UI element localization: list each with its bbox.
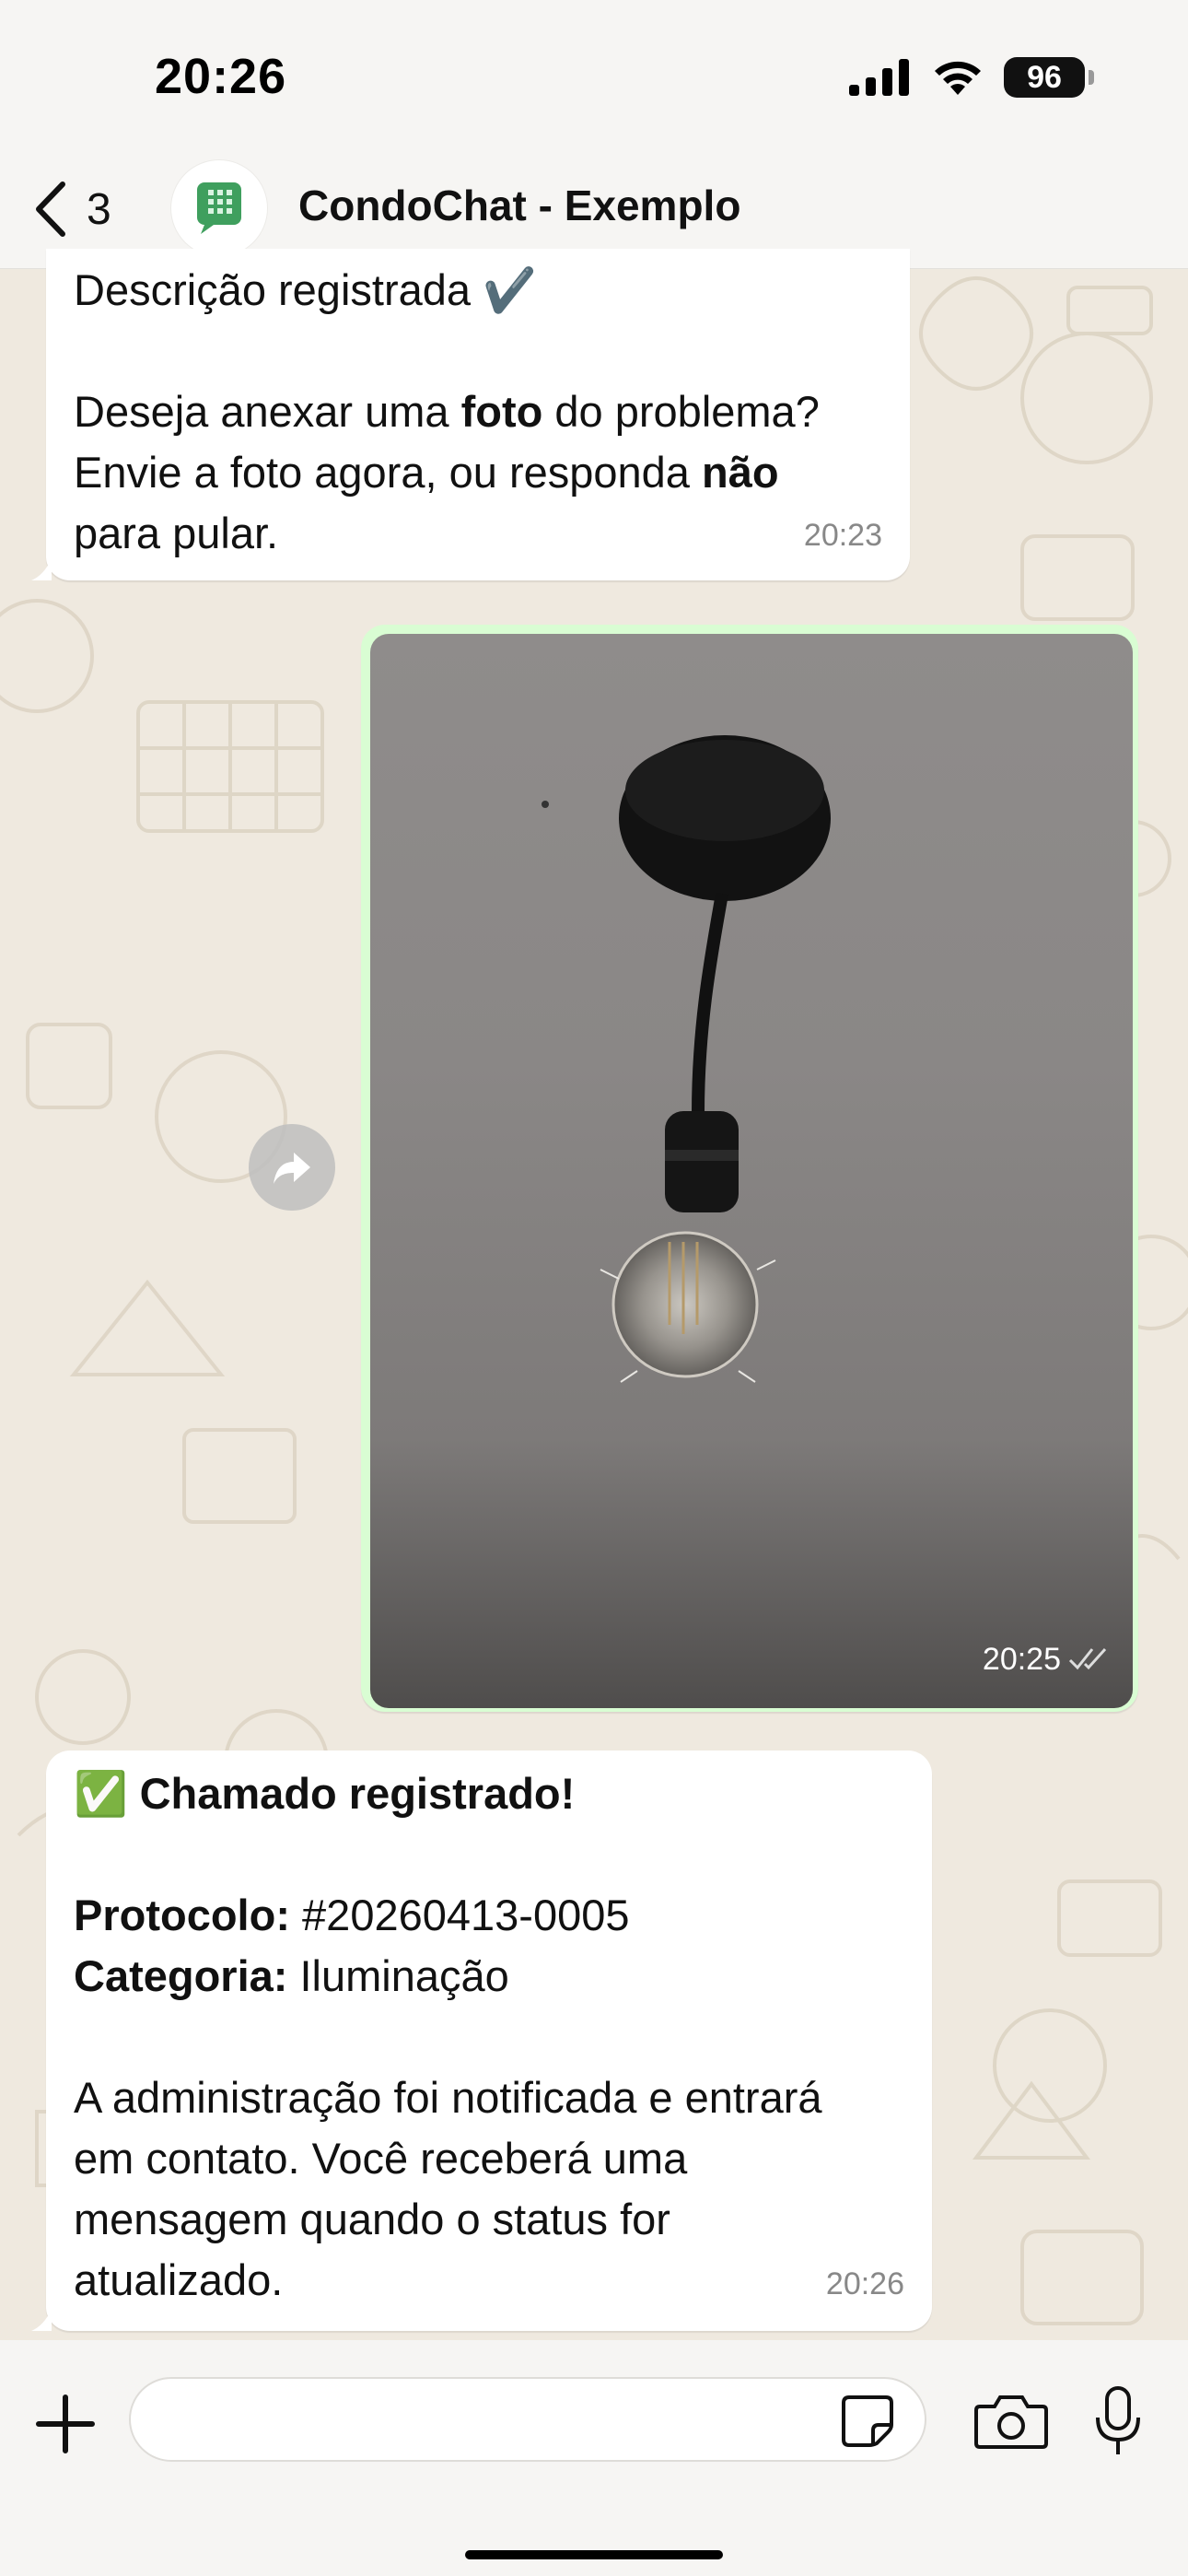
bubble-tail <box>31 2309 52 2331</box>
message-line: mensagem quando o status for <box>74 2195 670 2243</box>
home-indicator <box>465 2550 723 2559</box>
category-line: Categoria: Iluminação <box>74 1951 509 2000</box>
wifi-icon <box>935 61 981 95</box>
message-time: 20:23 <box>803 518 882 553</box>
photo-meta: 20:25 <box>983 1629 1114 1690</box>
back-button[interactable]: 3 <box>31 177 111 241</box>
status-icons: 96 <box>849 57 1094 98</box>
unread-count: 3 <box>87 184 111 234</box>
message-line: em contato. Você receberá uma <box>74 2134 688 2183</box>
status-time: 20:26 <box>155 49 287 104</box>
incoming-message[interactable]: ✅ Chamado registrado! Protocolo: #202604… <box>31 1751 932 2331</box>
camera-icon[interactable] <box>974 2392 1048 2451</box>
chat-title[interactable]: CondoChat - Exemplo <box>298 181 740 230</box>
message-time: 20:25 <box>982 1642 1061 1677</box>
cellular-signal-icon <box>849 59 909 96</box>
battery-icon: 96 <box>1004 57 1094 98</box>
avatar[interactable] <box>171 160 267 256</box>
microphone-icon[interactable] <box>1092 2384 1144 2458</box>
message-line: atualizado. <box>74 2255 284 2304</box>
incoming-message[interactable]: Descrição registrada ✔️ Deseja anexar um… <box>31 249 910 580</box>
forward-button[interactable] <box>249 1124 335 1211</box>
outgoing-image-message[interactable]: 20:25 <box>361 625 1138 1712</box>
photo-attachment[interactable]: 20:25 <box>370 634 1133 1708</box>
message-line: Descrição registrada ✔️ <box>74 265 537 314</box>
sticker-icon[interactable] <box>840 2394 895 2449</box>
message-line: Deseja anexar uma foto do problema? <box>74 387 820 436</box>
double-check-icon <box>1068 1647 1107 1670</box>
forward-icon <box>274 1153 310 1184</box>
check-mark-icon: ✅ <box>74 1769 128 1818</box>
status-bar: 20:26 96 <box>0 0 1188 147</box>
message-line: Envie a foto agora, ou responda não <box>74 448 779 497</box>
building-chat-icon <box>197 182 241 234</box>
plus-icon[interactable] <box>33 2392 98 2456</box>
light-bulb-photo <box>542 735 831 1383</box>
message-time: 20:26 <box>825 2266 904 2301</box>
battery-level: 96 <box>1027 59 1062 95</box>
chevron-left-icon <box>36 181 65 237</box>
message-input[interactable] <box>129 2377 926 2462</box>
message-line: A administração foi notificada e entrará <box>74 2073 822 2122</box>
message-heading: ✅ Chamado registrado! <box>74 1769 576 1818</box>
message-line: para pular. <box>74 509 279 557</box>
bubble-tail <box>31 558 52 580</box>
message-composer <box>0 2340 1188 2576</box>
protocol-line: Protocolo: #20260413-0005 <box>74 1891 630 1939</box>
